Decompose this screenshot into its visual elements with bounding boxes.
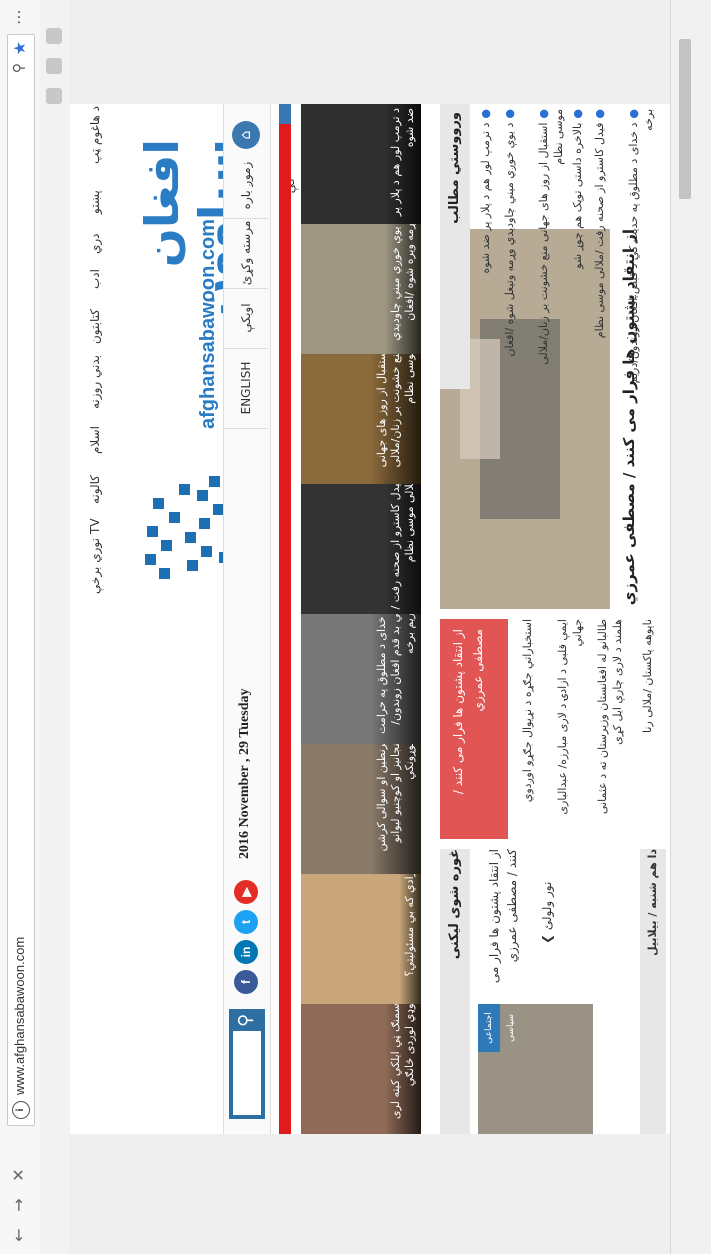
article-thumbnail[interactable]: اجتماعی سیاسی [478,1004,593,1134]
nav-item[interactable]: بدني روزنه [88,355,102,409]
twitter-icon[interactable]: t [234,910,258,934]
section-heading: ورووستي مطالب [440,104,470,389]
nav-item[interactable]: کتابتون [88,309,102,344]
article-date: دا هم شنبه / بیلابیل [640,849,666,1134]
nav-item[interactable]: TV [88,518,102,534]
profile-icon[interactable] [46,28,62,44]
news-link[interactable]: ایمې قلبی د ازادۍ د لاری مبارزه/ عبدالبا… [555,619,585,839]
thumb-caption: د خدای د مطلوق په حرامت کي بد قدم افغان … [371,604,421,744]
featured-strip: وسمنګ ټي ایلکي کیته لری ګوډي لوږدی څانګي… [301,104,431,1134]
page-viewport: د هاغوم ټپ پښتو دري ادب کتابتون بدني روز… [70,0,670,1254]
linkedin-icon[interactable]: in [234,940,258,964]
featured-thumb[interactable]: فیدل کاسترو از صحنه رفت /ملالی موسی نظام [301,474,421,614]
horizontal-scrollbar[interactable] [670,0,711,1254]
category-badge[interactable]: اجتماعی سیاسی [478,1004,516,1052]
latest-post-link[interactable]: د يوې خوږي ميني چاوديدي وړمه وتيغل شوه /… [502,109,517,389]
thumb-caption: فیدل کاسترو از صحنه رفت /ملالی موسی نظام [385,474,421,614]
address-bar[interactable]: i www.afghansabawoon.com ⚲ ★ [7,34,35,1126]
news-link[interactable]: ناپوهه پاکستان /ملالی رنا [640,619,655,839]
menu-icon[interactable]: ⋯ [8,6,30,28]
close-icon[interactable]: ✕ [8,1164,30,1186]
browser-toolbar: ← → ✕ i www.afghansabawoon.com ⚲ ★ ⋯ [0,0,41,1254]
tab-obke[interactable]: اوبکې [224,288,268,349]
latest-posts-section: ورووستي مطالب د ترمپ لور هم د پلار پر ضد… [440,104,670,389]
latest-post-link[interactable]: فیدل کاسترو از صحنه رفت /ملالی موسی نظام [592,109,607,389]
zoom-icon[interactable]: ⚲ [11,63,27,73]
site-page: د هاغوم ټپ پښتو دري ادب کتابتون بدني روز… [70,104,670,1134]
nav-item[interactable]: د هاغوم ټپ [88,106,102,164]
selected-articles-section: غوره شوی لیکنی اجتماعی سیاسی از انتقاد پ… [440,849,670,1134]
header-bar: ⚲ f in t ▶ 2016 November , 29 Tuesday EN… [223,104,297,1134]
browser-sidebar [40,0,71,1254]
top-navigation: د هاغوم ټپ پښتو دري ادب کتابتون بدني روز… [70,104,122,1134]
latest-post-link[interactable]: د ترمپ لور هم د پلار پر ضد شوه [478,109,493,389]
home-icon[interactable]: ⌂ [232,121,260,149]
extension-icon[interactable] [46,88,62,104]
youtube-icon[interactable]: ▶ [234,880,258,904]
nav-item[interactable]: کالونه [88,475,102,504]
search-input[interactable] [233,1031,261,1115]
latest-post-link[interactable]: د خدای د مطلوق په حدیث کي د قبض افغان ژو… [626,109,656,389]
nav-item[interactable]: پښتو [88,190,102,214]
reader-icon[interactable] [46,58,62,74]
tab-english[interactable]: ENGLISH [224,348,268,429]
thumb-caption: ازادي که بي مسئولیتي؟ [399,864,421,1004]
thumb-caption: استقبال از روز های جهانی منع خشونت بر زن… [371,344,421,484]
nav-item[interactable]: دري [88,233,102,254]
section-heading: غوره شوی لیکنی [440,849,470,1134]
featured-thumb[interactable]: استقبال از روز های جهانی منع خشونت بر زن… [301,344,421,484]
search-icon[interactable]: ⚲ [235,1014,256,1027]
back-icon[interactable]: ← [8,1224,30,1246]
thumb-caption: قرنطین او سوالی کرشن ګنجانیز او کوچنیو ل… [371,734,421,874]
blue-divider [279,104,291,124]
news-link[interactable]: طالبانو له افغانستان وزیرستان ته د عثمان… [595,619,625,839]
latest-post-link[interactable]: بالاخره داستی توپک هم چوړ شو [570,109,585,389]
tab-about[interactable]: زموږ باره کې [224,153,297,219]
thumb-caption: د یوې خوږي ميني چاوديدي وړمه ویره شوه /ا… [385,214,421,354]
forward-icon[interactable]: → [8,1194,30,1216]
red-divider [279,104,291,1134]
featured-thumb[interactable]: ازادي که بي مسئولیتي؟ [301,864,421,1004]
scrollbar-thumb[interactable] [679,39,691,199]
search-box: ⚲ [229,1009,265,1119]
main-news-section: از انتقاد پشتون ها فرار می کنند /مصطفی ع… [440,229,670,839]
latest-post-link[interactable]: استقبال از روز های جهانی منع خشونت بر زن… [536,109,566,389]
thumb-caption: د ترمپ لور هم د پلار پر ضد شوه [385,104,421,224]
article-title[interactable]: از انتقاد پشتون ها فرار می کنند / مصطفی … [485,849,521,994]
current-date: 2016 November , 29 Tuesday [237,688,252,859]
featured-thumb[interactable]: وسمنګ ټي ایلکي کیته لری ګوډي لوږدی څانګي [301,994,421,1134]
featured-thumb[interactable]: د یوې خوږي ميني چاوديدي وړمه ویره شوه /ا… [301,214,421,354]
site-info-icon[interactable]: i [12,1101,30,1119]
news-link[interactable]: استخباراتي جګړه د نړیوال جګړو اوږدوي [520,619,535,839]
favorite-star-icon[interactable]: ★ [10,41,29,55]
highlight-headline[interactable]: از انتقاد پشتون ها فرار می کنند /مصطفی ع… [440,619,508,839]
facebook-icon[interactable]: f [234,970,258,994]
tab-donate[interactable]: مرسته وکړئ [224,218,268,289]
nav-item[interactable]: نوري برخې [88,538,102,594]
address-bar-url[interactable]: www.afghansabawoon.com [12,937,27,1095]
nav-item[interactable]: ادب [88,269,102,289]
featured-thumb[interactable]: د خدای د مطلوق په حرامت کي بد قدم افغان … [301,604,421,744]
nav-item[interactable]: اسلام [88,426,102,454]
featured-thumb[interactable]: قرنطین او سوالی کرشن ګنجانیز او کوچنیو ل… [301,734,421,874]
read-more-link[interactable]: نور ولولئ ❯ [540,882,554,944]
featured-thumb[interactable]: د ترمپ لور هم د پلار پر ضد شوه [301,104,421,224]
thumb-caption: وسمنګ ټي ایلکي کیته لری ګوډي لوږدی څانګي [385,994,421,1134]
logo-subtitle: afghansabawoon.com [197,218,219,429]
